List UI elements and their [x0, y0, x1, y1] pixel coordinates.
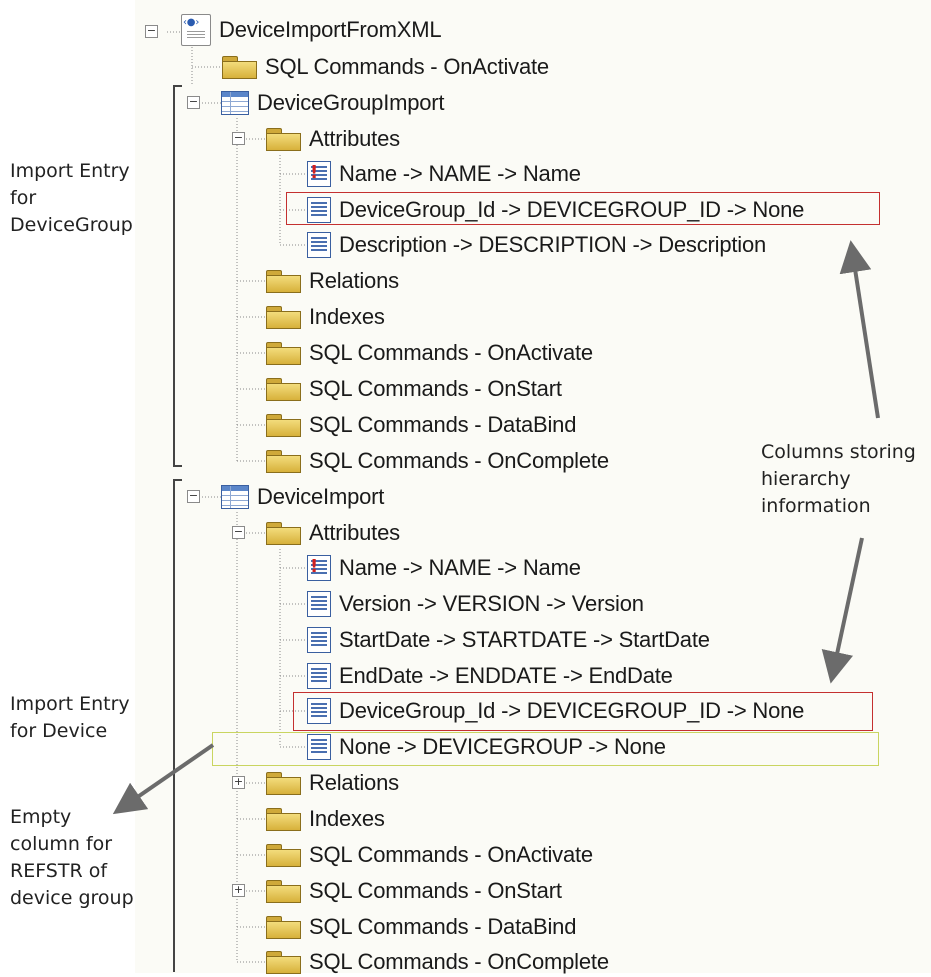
arrow-to-empty-column — [112, 743, 215, 815]
arrow-down-to-device-column — [821, 537, 864, 684]
arrow-up-to-group-column — [839, 240, 880, 419]
annotation-arrows — [112, 240, 880, 815]
